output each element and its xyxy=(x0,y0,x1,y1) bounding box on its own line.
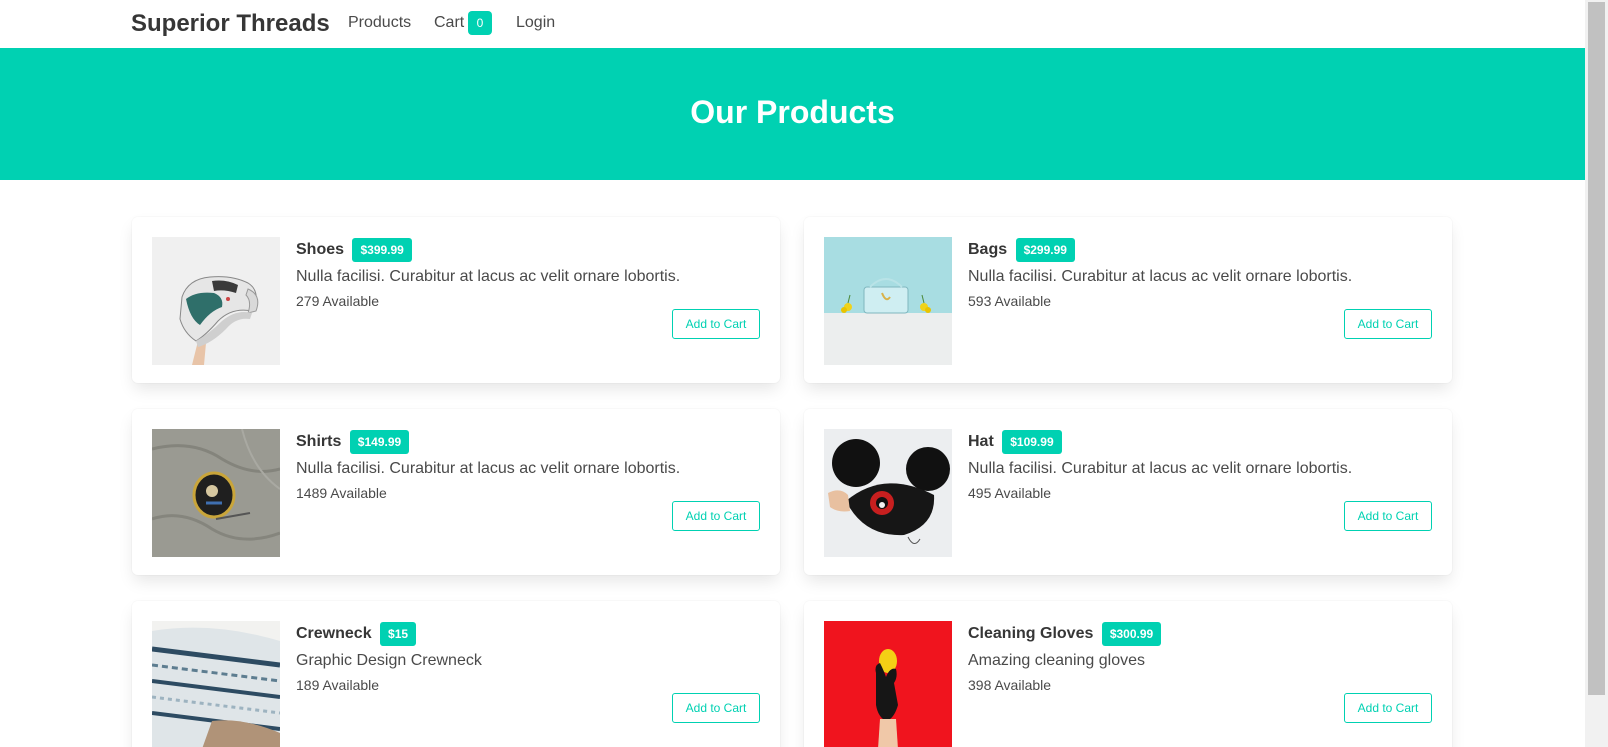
add-to-cart-button[interactable]: Add to Cart xyxy=(1344,501,1432,531)
availability-text: 279 Available xyxy=(296,293,380,309)
product-description: Amazing cleaning gloves xyxy=(968,652,1145,669)
availability-text: 1489 Available xyxy=(296,485,387,501)
price-tag: $15 xyxy=(380,622,417,646)
availability-text: 189 Available xyxy=(296,677,380,693)
product-description: Nulla facilisi. Curabitur at lacus ac ve… xyxy=(296,460,681,477)
price-tag: $109.99 xyxy=(1002,430,1062,454)
nav-cart-link[interactable]: Cart xyxy=(434,14,464,32)
product-card: Crewneck $15 Graphic Design Crewneck 189… xyxy=(132,601,780,747)
product-card: Shoes $399.99 Nulla facilisi. Curabitur … xyxy=(132,217,780,383)
product-card: Bags $299.99 Nulla facilisi. Curabitur a… xyxy=(804,217,1452,383)
add-to-cart-button[interactable]: Add to Cart xyxy=(672,309,760,339)
shirt-image[interactable] xyxy=(152,429,280,557)
brand-logo[interactable]: Superior Threads xyxy=(131,10,330,38)
page: Superior Threads Products Cart 0 Login O… xyxy=(0,0,1585,747)
product-description: Nulla facilisi. Curabitur at lacus ac ve… xyxy=(968,268,1353,285)
product-card: Cleaning Gloves $300.99 Amazing cleaning… xyxy=(804,601,1452,747)
product-name: Bags xyxy=(968,241,1008,258)
add-to-cart-button[interactable]: Add to Cart xyxy=(672,501,760,531)
price-tag: $149.99 xyxy=(349,430,410,454)
price-tag: $399.99 xyxy=(352,238,412,262)
product-description: Nulla facilisi. Curabitur at lacus ac ve… xyxy=(968,460,1353,477)
add-to-cart-button[interactable]: Add to Cart xyxy=(1344,693,1432,723)
add-to-cart-button[interactable]: Add to Cart xyxy=(1344,309,1432,339)
scrollbar-thumb[interactable] xyxy=(1588,2,1605,695)
shoe-image[interactable] xyxy=(152,237,280,365)
availability-text: 593 Available xyxy=(968,293,1052,309)
product-description: Nulla facilisi. Curabitur at lacus ac ve… xyxy=(296,268,681,285)
crewneck-image[interactable] xyxy=(152,621,280,747)
cart-count-badge[interactable]: 0 xyxy=(468,11,492,35)
hat-image[interactable] xyxy=(824,429,952,557)
gloves-image[interactable] xyxy=(824,621,952,747)
availability-text: 398 Available xyxy=(968,677,1052,693)
hero-banner: Our Products xyxy=(0,48,1585,180)
product-name: Hat xyxy=(968,433,994,450)
availability-text: 495 Available xyxy=(968,485,1052,501)
add-to-cart-button[interactable]: Add to Cart xyxy=(672,693,760,723)
product-card: Hat $109.99 Nulla facilisi. Curabitur at… xyxy=(804,409,1452,575)
price-tag: $299.99 xyxy=(1015,238,1075,262)
navbar: Superior Threads Products Cart 0 Login xyxy=(0,0,1585,48)
price-tag: $300.99 xyxy=(1101,622,1162,646)
product-description: Graphic Design Crewneck xyxy=(296,652,482,669)
product-name: Cleaning Gloves xyxy=(968,625,1094,642)
product-card: Shirts $149.99 Nulla facilisi. Curabitur… xyxy=(132,409,780,575)
product-name: Crewneck xyxy=(296,625,372,642)
product-name: Shoes xyxy=(296,241,345,258)
nav-login-link[interactable]: Login xyxy=(516,14,555,32)
bag-image[interactable] xyxy=(824,237,952,365)
page-title: Our Products xyxy=(690,94,895,130)
nav-products-link[interactable]: Products xyxy=(348,14,411,32)
product-name: Shirts xyxy=(296,433,342,450)
